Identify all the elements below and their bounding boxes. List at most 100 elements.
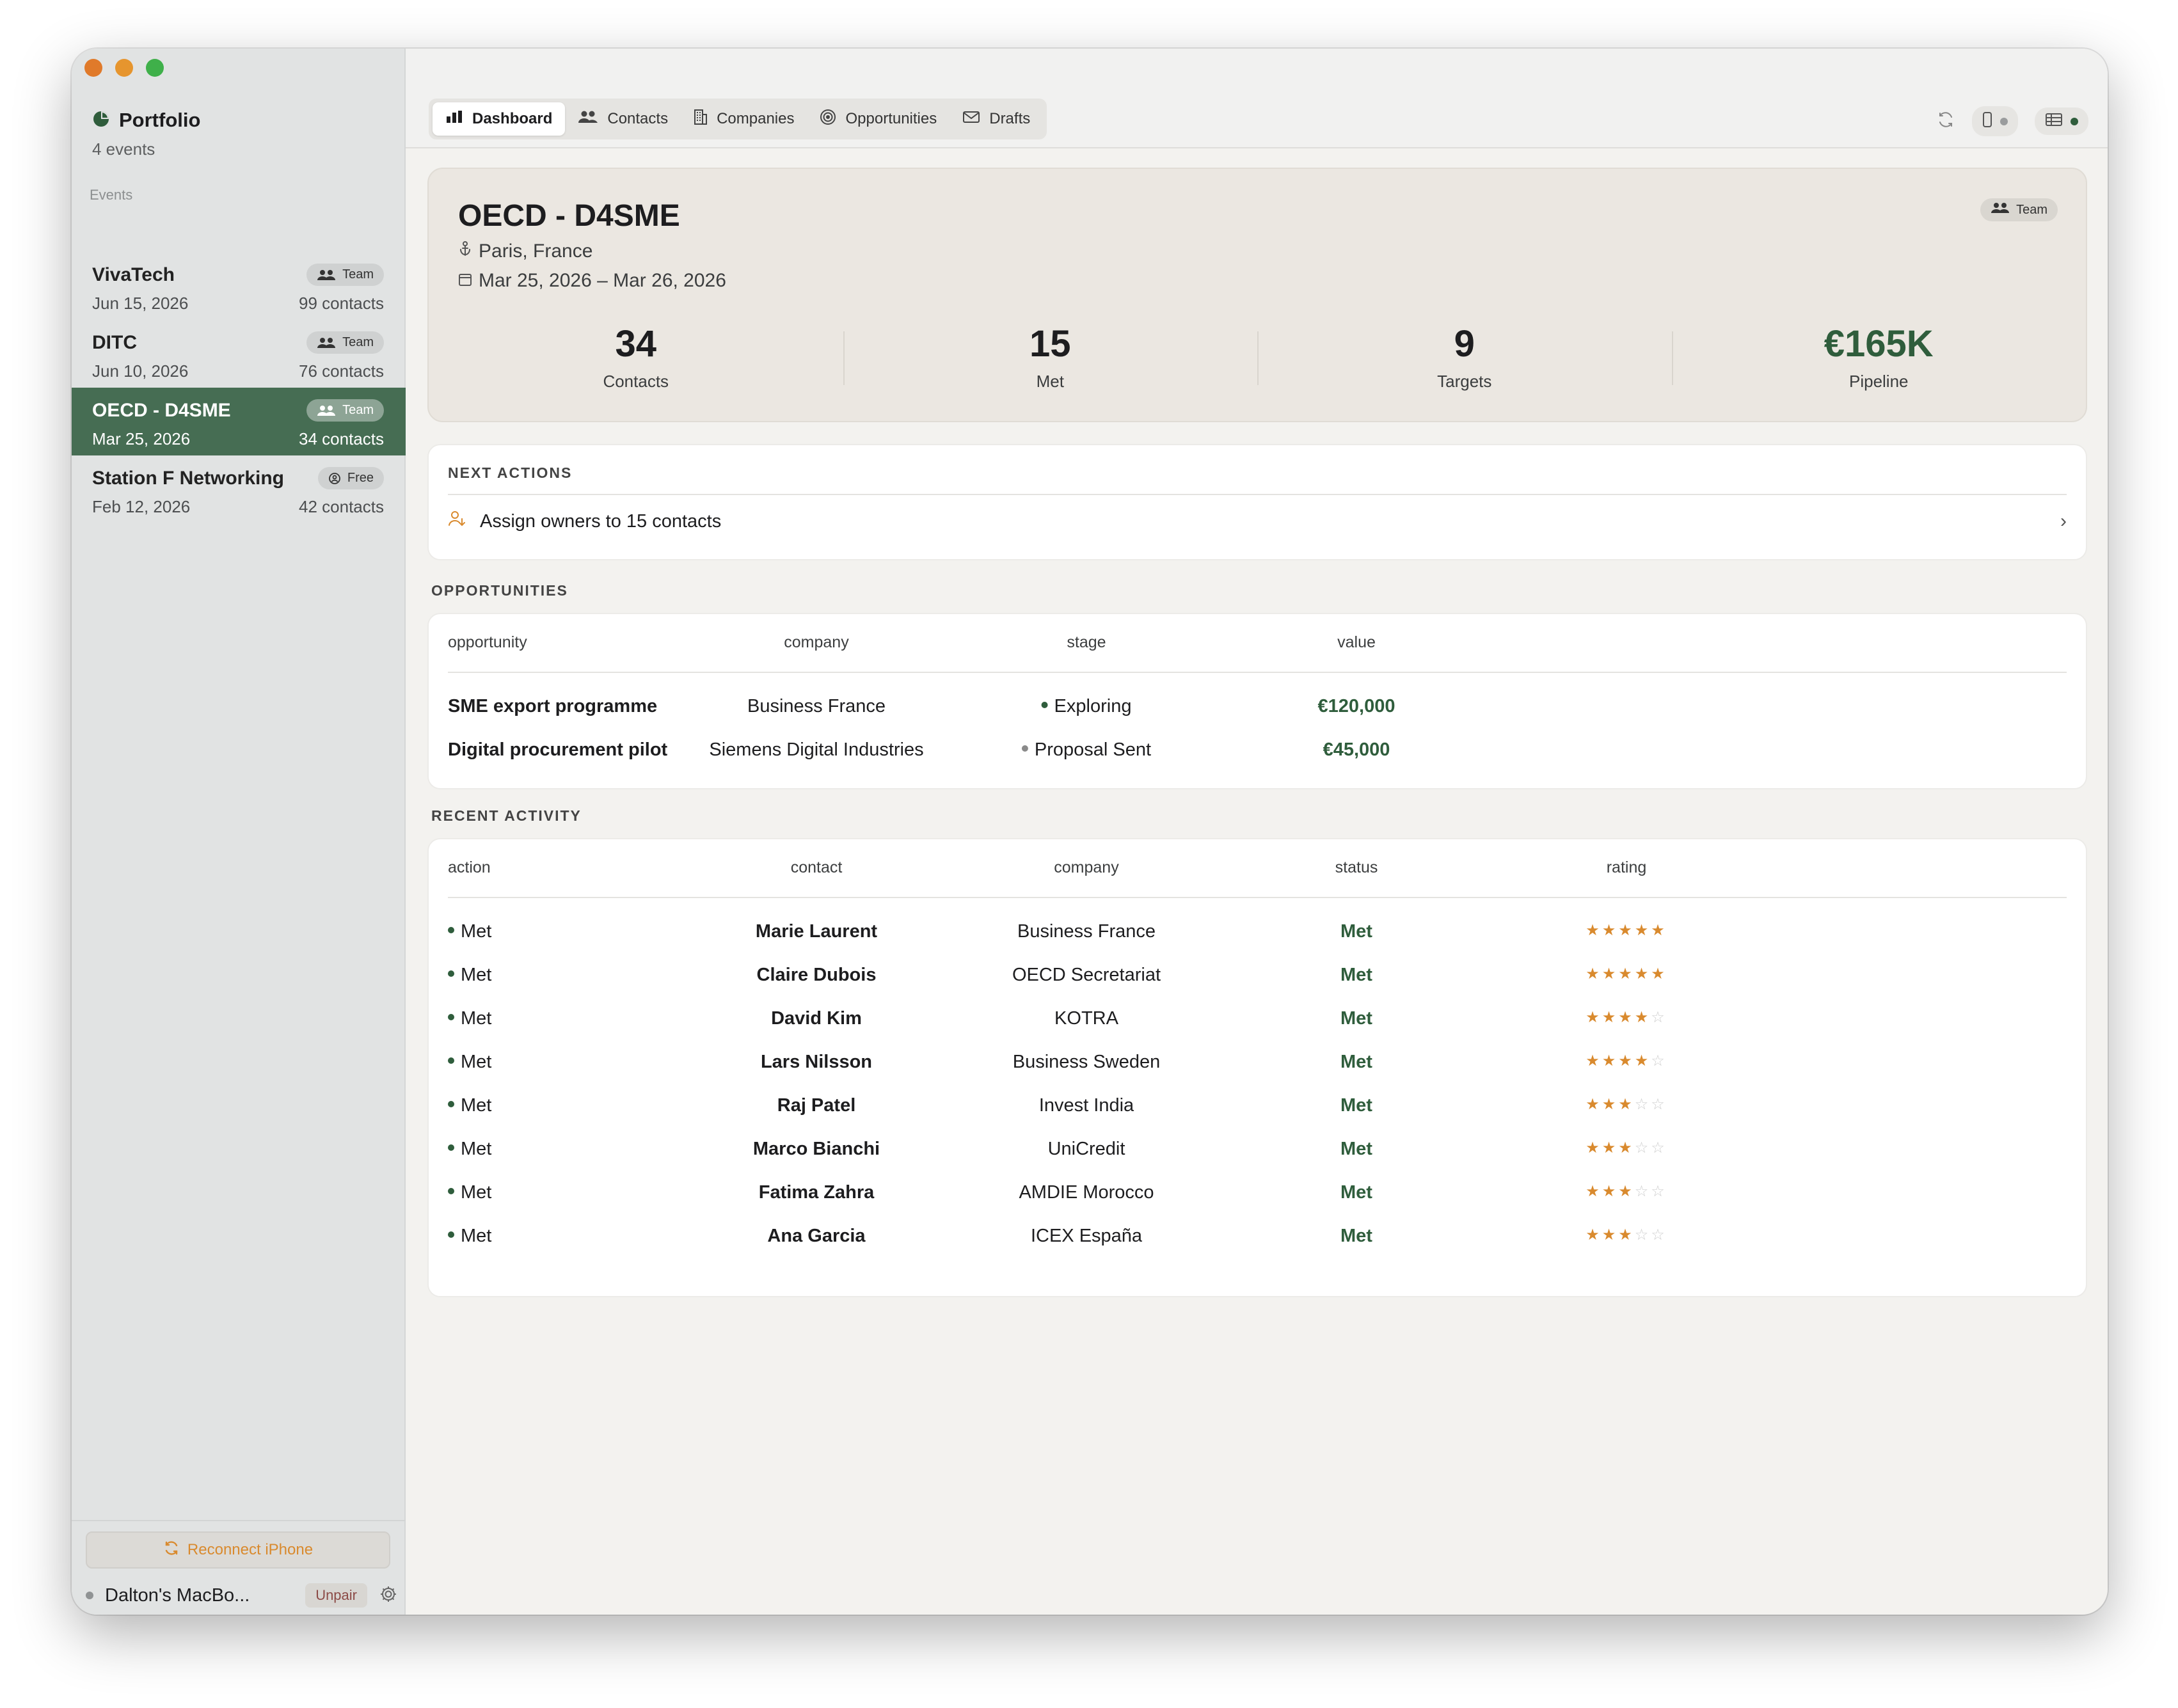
star-icon: ★: [1618, 1009, 1635, 1026]
people-icon: [317, 405, 336, 416]
star-icon: ★: [1651, 922, 1667, 939]
sidebar-event-item[interactable]: DITC Team Jun 10, 2026 76 contacts: [72, 320, 406, 388]
minimize-window-button[interactable]: [115, 59, 133, 77]
star-icon: ★: [1618, 1052, 1635, 1070]
gear-icon[interactable]: [379, 1585, 398, 1607]
desktop-status-dot: [2071, 117, 2078, 125]
action-label: Met: [461, 965, 492, 985]
event-contact-count: 76 contacts: [299, 361, 384, 381]
sidebar-event-item[interactable]: OECD - D4SME Team Mar 25, 2026 34 contacts: [72, 388, 406, 455]
activity-status: Met: [1340, 1182, 1372, 1203]
action-dot: [448, 927, 454, 934]
rating-stars: ★★★★★: [1586, 965, 1667, 983]
activity-status: Met: [1340, 965, 1372, 985]
next-action-item[interactable]: Assign owners to 15 contacts ›: [448, 500, 2067, 542]
activity-status: Met: [1340, 1226, 1372, 1246]
tab-companies[interactable]: Companies: [681, 102, 807, 136]
plan-badge: Team: [306, 399, 384, 422]
device-status-dot: [86, 1592, 93, 1599]
star-icon: ☆: [1634, 1183, 1651, 1200]
rating-stars: ★★★★☆: [1586, 1052, 1667, 1070]
activity-row[interactable]: Met Claire Dubois OECD Secretariat Met ★★★★★: [429, 965, 2086, 990]
activity-contact: Marie Laurent: [755, 921, 878, 942]
activity-action: Met: [448, 1182, 491, 1203]
tab-label: Opportunities: [845, 110, 937, 127]
opportunity-row[interactable]: Digital procurement pilot Siemens Digital…: [429, 739, 2086, 765]
activity-row[interactable]: Met Marie Laurent Business France Met ★★★★★: [429, 921, 2086, 947]
team-badge: Team: [1980, 198, 2058, 221]
star-icon: ★: [1651, 965, 1667, 983]
phone-status-dot: [2000, 117, 2008, 125]
star-icon: ★: [1586, 1096, 1602, 1113]
header-company: company: [1054, 858, 1119, 876]
star-icon: ★: [1618, 1096, 1635, 1113]
calendar-icon: [458, 270, 472, 292]
activity-row[interactable]: Met Raj Patel Invest India Met ★★★☆☆: [429, 1095, 2086, 1121]
star-icon: ★: [1634, 1052, 1651, 1070]
opportunity-row[interactable]: SME export programme Business France Explo…: [429, 696, 2086, 722]
stage-dot: [1041, 702, 1048, 709]
header-value: value: [1337, 633, 1376, 651]
star-icon: ★: [1618, 922, 1635, 939]
event-title: OECD - D4SME: [458, 199, 680, 233]
activity-row[interactable]: Met Marco Bianchi UniCredit Met ★★★☆☆: [429, 1139, 2086, 1164]
tab-contacts[interactable]: Contacts: [565, 102, 681, 136]
star-icon: ★: [1586, 1052, 1602, 1070]
tab-label: Contacts: [607, 110, 669, 127]
toolbar: Dashboard Contacts Companies Opportuniti…: [406, 49, 2108, 148]
people-icon: [317, 337, 336, 349]
star-icon: ★: [1602, 1226, 1619, 1244]
activity-status: Met: [1340, 1095, 1372, 1116]
activity-company: ICEX España: [1030, 1226, 1143, 1246]
sidebar-event-item[interactable]: Station F Networking Free Feb 12, 2026 42 c…: [72, 455, 406, 523]
activity-row[interactable]: Met Lars Nilsson Business Sweden Met ★★★★☆: [429, 1052, 2086, 1077]
tab-dashboard[interactable]: Dashboard: [433, 102, 566, 136]
events-section-label: Events: [90, 187, 133, 203]
activity-company: KOTRA: [1054, 1008, 1118, 1029]
activity-action: Met: [448, 1226, 491, 1247]
close-window-button[interactable]: [84, 59, 102, 77]
star-icon: ☆: [1634, 1096, 1651, 1113]
stage-dot: [1021, 745, 1028, 752]
bar-chart-icon: [445, 110, 463, 129]
activity-row[interactable]: Met Ana Garcia ICEX España Met ★★★☆☆: [429, 1226, 2086, 1251]
star-icon: ★: [1602, 1096, 1619, 1113]
event-name: VivaTech: [92, 264, 175, 285]
reconnect-iphone-button[interactable]: Reconnect iPhone: [86, 1531, 390, 1569]
header-company: company: [784, 633, 849, 651]
star-icon: ★: [1586, 1226, 1602, 1244]
plan-badge: Free: [317, 467, 384, 489]
sync-icon[interactable]: [1936, 110, 1955, 132]
stat-value: 34: [615, 323, 656, 365]
tab-label: Dashboard: [472, 110, 553, 127]
opportunity-name: SME export programme: [448, 696, 658, 716]
zoom-window-button[interactable]: [146, 59, 164, 77]
opportunity-stage: Proposal Sent: [1021, 739, 1151, 761]
desktop-view-toggle[interactable]: [2035, 107, 2088, 135]
activity-row[interactable]: Met David Kim KOTRA Met ★★★★☆: [429, 1008, 2086, 1034]
portfolio-header[interactable]: Portfolio 4 events: [92, 109, 200, 159]
dashboard-content: OECD - D4SME Paris, France Mar 25, 2026 …: [406, 148, 2108, 1615]
badge-label: Team: [342, 267, 374, 281]
iphone-view-toggle[interactable]: [1972, 106, 2018, 136]
activity-action: Met: [448, 1095, 491, 1116]
activity-contact: David Kim: [771, 1008, 862, 1029]
tab-opportunities[interactable]: Opportunities: [807, 102, 950, 136]
unpair-button[interactable]: Unpair: [305, 1583, 367, 1608]
activity-row[interactable]: Met Fatima Zahra AMDIE Morocco Met ★★★☆☆: [429, 1182, 2086, 1208]
star-icon: ☆: [1634, 1226, 1651, 1244]
sidebar-event-item[interactable]: VivaTech Team Jun 15, 2026 99 contacts: [72, 252, 406, 320]
stat-contacts: 34 Contacts: [429, 322, 843, 406]
action-label: Met: [461, 1139, 492, 1159]
stat-value: 9: [1454, 323, 1475, 365]
opportunity-name: Digital procurement pilot: [448, 739, 668, 760]
reconnect-label: Reconnect iPhone: [187, 1541, 314, 1558]
tab-drafts[interactable]: Drafts: [950, 102, 1043, 136]
activity-company: Invest India: [1038, 1095, 1134, 1116]
person-circle-icon: [328, 472, 341, 485]
activity-status: Met: [1340, 1008, 1372, 1029]
activity-action: Met: [448, 965, 491, 986]
stat-label: Pipeline: [1848, 372, 1909, 391]
stat-met: 15 Met: [843, 322, 1258, 406]
event-location-text: Paris, France: [479, 241, 593, 262]
